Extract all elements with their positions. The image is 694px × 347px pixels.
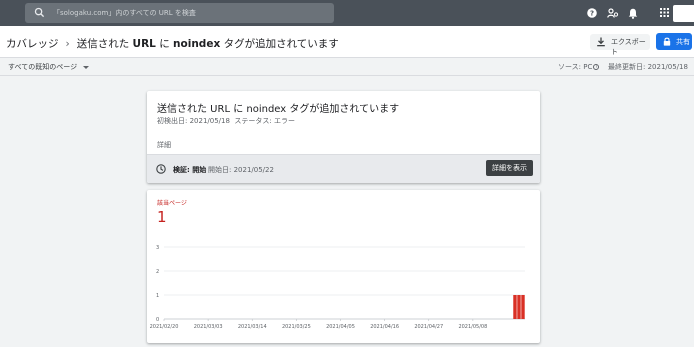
chart-x-tick-label: 2021/03/25: [282, 324, 311, 330]
users-icon[interactable]: [607, 8, 619, 18]
export-label: エクスポート: [611, 38, 646, 56]
affected-pages-card: 該当ページ 1 0 1 2 3 2021/02/20 2021/03/03 2021/03/…: [147, 190, 540, 343]
last-updated: 最終更新日: 2021/05/18: [608, 63, 688, 71]
page-filter-dropdown[interactable]: すべての既知のページ: [8, 62, 90, 72]
validation-status: 検証: 開始: [173, 166, 207, 174]
chart-x-tick-label: 2021/03/03: [194, 324, 223, 330]
share-button[interactable]: 共有: [656, 33, 692, 50]
account-avatar[interactable]: [673, 5, 694, 22]
issue-status: ステータス: エラー: [234, 117, 295, 125]
chart-x-tick-label: 2021/04/16: [370, 324, 399, 330]
source-indicator: ソース: PC?: [558, 62, 600, 72]
chart-x-tick-label: 2021/05/08: [458, 324, 487, 330]
help-icon[interactable]: ?: [587, 8, 597, 18]
chart-bar: [513, 295, 517, 319]
chart-bar: [517, 295, 521, 319]
breadcrumb-current-post: タグが追加されています: [220, 38, 339, 50]
search-input[interactable]: [53, 5, 323, 21]
chart-y-tick-label: 0: [156, 317, 159, 323]
details-heading: 詳細: [157, 141, 171, 149]
see-details-button[interactable]: 詳細を表示: [486, 160, 533, 176]
chart-bar: [521, 295, 525, 319]
share-label: 共有: [676, 38, 690, 46]
breadcrumb-current-url: URL: [132, 38, 156, 50]
breadcrumb-coverage-link[interactable]: カバレッジ: [6, 38, 59, 50]
chart-y-tick-label: 1: [156, 293, 159, 299]
page-header: カバレッジ › 送信された URL に noindex タグが追加されています エク…: [0, 26, 694, 58]
chart-x-tick-label: 2021/03/14: [238, 324, 267, 330]
apps-grid-icon[interactable]: [660, 8, 669, 17]
affected-pages-chart: 0 1 2 3 2021/02/20 2021/03/03 2021/03/14 2021/0…: [150, 245, 525, 330]
page-filter-value: すべての既知のページ: [8, 63, 78, 71]
issue-meta: 初検出日: 2021/05/18 ステータス: エラー: [157, 116, 295, 126]
help-circle-icon[interactable]: ?: [593, 64, 600, 70]
validation-start-date: 開始日: 2021/05/22: [208, 166, 274, 174]
filter-bar: すべての既知のページ ソース: PC? 最終更新日: 2021/05/18: [0, 59, 694, 76]
first-detected-date: 初検出日: 2021/05/18: [157, 117, 230, 125]
chart-y-tick-label: 3: [156, 245, 159, 251]
source-label: ソース: PC: [558, 63, 593, 71]
breadcrumb: カバレッジ › 送信された URL に noindex タグが追加されています: [6, 36, 339, 51]
breadcrumb-separator: ›: [65, 38, 70, 50]
svg-text:?: ?: [590, 10, 594, 18]
chart-x-tick-label: 2021/02/20: [150, 324, 179, 330]
chart-x-tick-label: 2021/04/05: [326, 324, 355, 330]
clock-icon: [156, 164, 166, 174]
validation-bar: 検証: 開始 開始日: 2021/05/22 詳細を表示: [147, 154, 540, 183]
url-inspection-search[interactable]: [25, 3, 334, 23]
bell-icon[interactable]: [628, 8, 638, 19]
export-button[interactable]: エクスポート: [590, 34, 650, 56]
breadcrumb-current-tag: noindex: [173, 38, 221, 50]
chart-y-tick-label: 2: [156, 269, 159, 275]
lock-icon: [663, 37, 671, 46]
breadcrumb-current-mid: に: [155, 38, 174, 50]
issue-title: 送信された URL に noindex タグが追加されています: [157, 104, 400, 115]
issue-summary-card: 送信された URL に noindex タグが追加されています 初検出日: 20…: [147, 91, 540, 183]
chart-x-tick-label: 2021/04/27: [414, 324, 443, 330]
breadcrumb-current-pre: 送信された: [76, 38, 133, 50]
top-app-bar: ?: [0, 0, 694, 26]
search-icon: [34, 7, 45, 18]
chevron-down-icon: [83, 65, 90, 69]
download-icon: [597, 37, 605, 47]
